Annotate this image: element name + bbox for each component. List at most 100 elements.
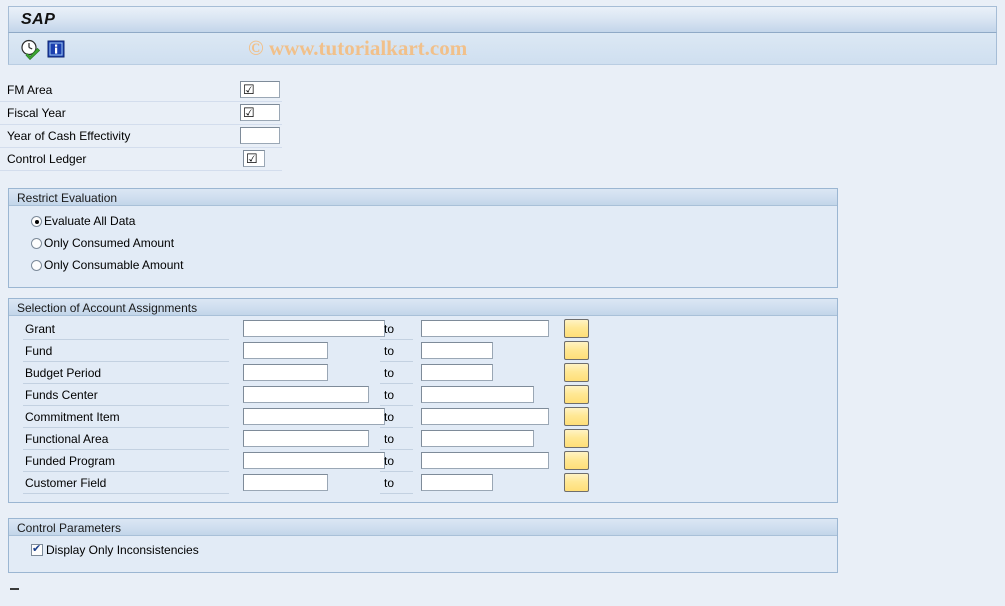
account-assignment-label: Funded Program (25, 454, 116, 468)
account-assignments-group: Selection of Account Assignments Grant to… (8, 298, 838, 503)
multiple-selection-button[interactable] (564, 473, 589, 492)
account-assignment-label: Budget Period (25, 366, 102, 380)
account-assignment-label: Fund (25, 344, 53, 358)
account-assignment-row: Fund to (9, 340, 837, 362)
header-parameter-row: Year of Cash Effectivity (0, 125, 282, 148)
account-assignment-from-input[interactable] (243, 408, 385, 425)
footer-marker (10, 588, 19, 590)
control-parameter-checkbox-row[interactable]: Display Only Inconsistencies (31, 542, 199, 561)
multiple-selection-button[interactable] (564, 341, 589, 360)
application-toolbar (8, 33, 997, 65)
account-assignment-row: Commitment Item to (9, 406, 837, 428)
header-parameter-input[interactable]: ☑ (240, 81, 280, 98)
checkbox-icon[interactable] (31, 542, 43, 556)
range-to-label: to (384, 410, 395, 424)
multiple-selection-button[interactable] (564, 407, 589, 426)
control-parameters-body: Display Only Inconsistencies (9, 536, 837, 573)
range-to-label: to (384, 344, 395, 358)
sap-screen: SAP © www.tutorialkart.com FM Area☑Fis (0, 0, 1005, 606)
control-parameters-group: Control Parameters Display Only Inconsis… (8, 518, 838, 573)
to-label-underline (380, 493, 413, 494)
header-parameter-label: FM Area (7, 83, 53, 97)
restrict-evaluation-option[interactable]: Only Consumable Amount (31, 258, 183, 276)
restrict-evaluation-option-label: Only Consumed Amount (44, 236, 175, 250)
header-parameter-label: Year of Cash Effectivity (7, 129, 131, 143)
account-assignment-row: Grant to (9, 318, 837, 340)
account-assignment-label: Functional Area (25, 432, 109, 446)
account-assignment-from-input[interactable] (243, 430, 369, 447)
checked-box-icon: ☑ (243, 82, 255, 97)
range-to-label: to (384, 366, 395, 380)
watermark-text: © www.tutorialkart.com (248, 36, 468, 60)
account-assignment-from-input[interactable] (243, 364, 328, 381)
account-assignment-to-input[interactable] (421, 408, 549, 425)
restrict-evaluation-option[interactable]: Only Consumed Amount (31, 236, 174, 254)
execute-button[interactable] (19, 38, 41, 61)
info-button[interactable] (45, 38, 67, 60)
restrict-evaluation-header: Restrict Evaluation (9, 189, 837, 206)
radio-button-icon[interactable] (31, 216, 42, 227)
account-assignment-from-input[interactable] (243, 386, 369, 403)
account-assignment-row: Customer Field to (9, 472, 837, 494)
header-parameter-label: Control Ledger (7, 152, 87, 166)
account-assignment-from-input[interactable] (243, 474, 328, 491)
header-parameter-input[interactable] (240, 127, 280, 144)
account-assignment-label: Customer Field (25, 476, 107, 490)
range-to-label: to (384, 432, 395, 446)
account-assignment-label: Grant (25, 322, 56, 336)
account-assignment-from-input[interactable] (243, 320, 385, 337)
account-assignment-to-input[interactable] (421, 386, 534, 403)
clock-check-icon (21, 39, 41, 61)
multiple-selection-button[interactable] (564, 363, 589, 382)
account-assignment-to-input[interactable] (421, 342, 493, 359)
multiple-selection-button[interactable] (564, 385, 589, 404)
control-parameters-title: Control Parameters (17, 521, 122, 535)
account-assignment-label: Funds Center (25, 388, 98, 402)
restrict-evaluation-body: Evaluate All Data Only Consumed Amount Onl… (9, 206, 837, 288)
header-parameter-input[interactable]: ☑ (240, 104, 280, 121)
account-assignment-row: Functional Area to (9, 428, 837, 450)
restrict-evaluation-option-label: Only Consumable Amount (44, 258, 184, 272)
window-title-bar: SAP (8, 6, 997, 33)
restrict-evaluation-group: Restrict Evaluation Evaluate All Data Onl… (8, 188, 838, 288)
control-parameter-checkbox-label: Display Only Inconsistencies (46, 543, 199, 557)
restrict-evaluation-title: Restrict Evaluation (17, 191, 118, 205)
range-to-label: to (384, 322, 395, 336)
header-parameter-row: Control Ledger ☑ (0, 148, 282, 171)
information-icon (47, 40, 65, 58)
multiple-selection-button[interactable] (564, 319, 589, 338)
account-assignment-row: Budget Period to (9, 362, 837, 384)
multiple-selection-button[interactable] (564, 451, 589, 470)
account-assignment-from-input[interactable] (243, 452, 385, 469)
radio-button-icon[interactable] (31, 238, 42, 249)
checked-box-icon: ☑ (243, 105, 255, 120)
header-parameter-list: FM Area ☑ Fiscal Year ☑ Year of Cash Effecti… (0, 79, 282, 171)
sap-logo: SAP (21, 11, 56, 28)
account-assignments-body: Grant to Fund to Budget Period to Funds Center… (9, 316, 837, 503)
range-to-label: to (384, 388, 395, 402)
multiple-selection-button[interactable] (564, 429, 589, 448)
label-underline (23, 493, 229, 494)
header-parameter-row: FM Area ☑ (0, 79, 282, 102)
account-assignment-to-input[interactable] (421, 430, 534, 447)
header-parameter-row: Fiscal Year ☑ (0, 102, 282, 125)
account-assignment-label: Commitment Item (25, 410, 120, 424)
range-to-label: to (384, 476, 395, 490)
header-parameter-input[interactable]: ☑ (243, 150, 265, 167)
account-assignments-title: Selection of Account Assignments (17, 301, 198, 315)
account-assignment-row: Funded Program to (9, 450, 837, 472)
account-assignment-to-input[interactable] (421, 320, 549, 337)
restrict-evaluation-option[interactable]: Evaluate All Data (31, 214, 135, 232)
control-parameters-header: Control Parameters (9, 519, 837, 536)
header-parameter-label: Fiscal Year (7, 106, 66, 120)
account-assignment-to-input[interactable] (421, 452, 549, 469)
radio-button-icon[interactable] (31, 260, 42, 271)
checked-box-icon: ☑ (246, 151, 258, 166)
account-assignment-to-input[interactable] (421, 364, 493, 381)
account-assignments-header: Selection of Account Assignments (9, 299, 837, 316)
account-assignment-row: Funds Center to (9, 384, 837, 406)
account-assignment-from-input[interactable] (243, 342, 328, 359)
range-to-label: to (384, 454, 395, 468)
restrict-evaluation-option-label: Evaluate All Data (44, 214, 136, 228)
account-assignment-to-input[interactable] (421, 474, 493, 491)
